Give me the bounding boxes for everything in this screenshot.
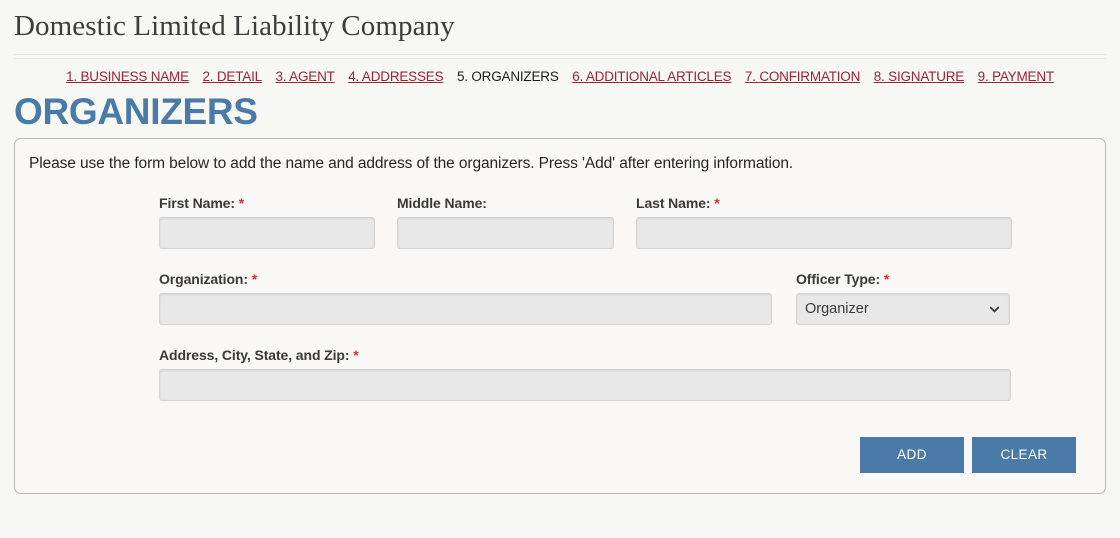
address-row: Address, City, State, and Zip: *	[15, 347, 1105, 417]
step-2-detail[interactable]: 2. DETAIL	[202, 69, 262, 84]
middle-name-label: Middle Name:	[397, 195, 614, 211]
last-name-input[interactable]	[636, 216, 1012, 249]
page-title: Domestic Limited Liability Company	[14, 10, 455, 42]
form-instructions: Please use the form below to add the nam…	[29, 154, 794, 172]
middle-name-field-group: Middle Name:	[397, 195, 614, 249]
officer-type-field-group: Officer Type: * Organizer	[796, 271, 1010, 325]
section-heading: ORGANIZERS	[14, 90, 258, 132]
middle-name-label-text: Middle Name:	[397, 194, 487, 211]
officer-type-select[interactable]: Organizer	[796, 292, 1010, 325]
organization-label-text: Organization:	[159, 270, 248, 287]
first-name-label-text: First Name:	[159, 194, 235, 211]
step-5-organizers: 5. ORGANIZERS	[456, 68, 559, 84]
last-name-required-marker: *	[714, 194, 720, 211]
step-4-addresses[interactable]: 4. ADDRESSES	[348, 69, 443, 84]
middle-name-input[interactable]	[397, 216, 614, 249]
last-name-field-group: Last Name: *	[636, 195, 1012, 249]
last-name-label-text: Last Name:	[636, 194, 711, 211]
organizers-form-panel: Please use the form below to add the nam…	[14, 137, 1106, 494]
officer-type-required-marker: *	[883, 270, 890, 287]
organization-required-marker: *	[251, 270, 258, 287]
name-row: First Name: * Middle Name: Last Name: *	[15, 195, 1105, 265]
address-label: Address, City, State, and Zip: *	[159, 347, 1011, 363]
address-input[interactable]	[159, 368, 1011, 401]
officer-type-label-text: Officer Type:	[796, 270, 881, 287]
organization-label: Organization: *	[159, 271, 772, 287]
step-6-additional-articles[interactable]: 6. ADDITIONAL ARTICLES	[572, 69, 731, 84]
last-name-label: Last Name: *	[636, 195, 1012, 211]
step-8-signature[interactable]: 8. SIGNATURE	[874, 69, 965, 84]
organization-input[interactable]	[159, 292, 772, 325]
first-name-field-group: First Name: *	[159, 195, 375, 249]
clear-button[interactable]: CLEAR	[972, 436, 1076, 473]
first-name-label: First Name: *	[159, 195, 375, 211]
organization-row: Organization: * Officer Type: * Organize…	[15, 271, 1105, 341]
step-3-agent[interactable]: 3. AGENT	[276, 69, 335, 84]
step-7-confirmation[interactable]: 7. CONFIRMATION	[745, 69, 860, 84]
step-1-business-name[interactable]: 1. BUSINESS NAME	[66, 69, 189, 84]
add-button[interactable]: ADD	[860, 436, 964, 473]
officer-type-select-wrap: Organizer	[796, 292, 1010, 325]
officer-type-label: Officer Type: *	[796, 271, 1010, 287]
first-name-input[interactable]	[159, 216, 375, 249]
step-9-payment[interactable]: 9. PAYMENT	[978, 69, 1054, 84]
address-label-text: Address, City, State, and Zip:	[159, 346, 350, 363]
breadcrumb: 1. BUSINESS NAME 2. DETAIL 3. AGENT 4. A…	[0, 59, 1120, 84]
first-name-required-marker: *	[238, 194, 245, 211]
address-field-group: Address, City, State, and Zip: *	[159, 347, 1011, 401]
address-required-marker: *	[353, 346, 359, 363]
organization-field-group: Organization: *	[159, 271, 772, 325]
